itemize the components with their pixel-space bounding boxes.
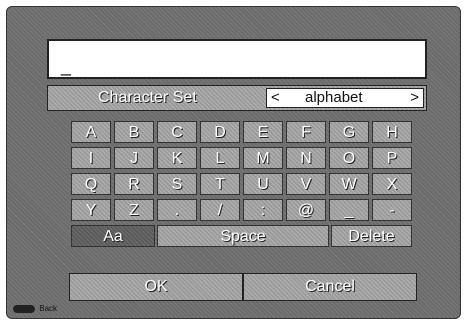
key-T[interactable]: T: [200, 173, 240, 195]
space-button[interactable]: Space: [157, 225, 329, 247]
key-U[interactable]: U: [243, 173, 283, 195]
key-M[interactable]: M: [243, 147, 283, 169]
ok-button[interactable]: OK: [70, 274, 242, 300]
key-at[interactable]: @: [286, 199, 326, 221]
key-I[interactable]: I: [71, 147, 111, 169]
character-set-selector[interactable]: < alphabet >: [266, 88, 424, 108]
key-S[interactable]: S: [157, 173, 197, 195]
key-W[interactable]: W: [329, 173, 369, 195]
character-set-row: Character Set < alphabet >: [47, 85, 427, 111]
key-colon[interactable]: :: [243, 199, 283, 221]
key-Z[interactable]: Z: [114, 199, 154, 221]
key-V[interactable]: V: [286, 173, 326, 195]
key-slash[interactable]: /: [200, 199, 240, 221]
character-set-value: alphabet: [305, 89, 363, 106]
text-cursor: _: [61, 56, 72, 76]
key-period[interactable]: .: [157, 199, 197, 221]
key-E[interactable]: E: [243, 121, 283, 143]
key-J[interactable]: J: [114, 147, 154, 169]
setup-button-icon: [13, 304, 35, 313]
key-X[interactable]: X: [372, 173, 412, 195]
key-A[interactable]: A: [71, 121, 111, 143]
key-Y[interactable]: Y: [71, 199, 111, 221]
key-K[interactable]: K: [157, 147, 197, 169]
key-O[interactable]: O: [329, 147, 369, 169]
character-keypad: A B C D E F G H I J K L M N O P Q R S T …: [69, 121, 417, 269]
chevron-right-icon[interactable]: >: [410, 89, 419, 107]
key-B[interactable]: B: [114, 121, 154, 143]
chevron-left-icon[interactable]: <: [271, 89, 280, 107]
key-F[interactable]: F: [286, 121, 326, 143]
key-hyphen[interactable]: -: [372, 199, 412, 221]
action-bar: OK Cancel: [69, 273, 417, 301]
keyboard-dialog: _ Character Set < alphabet > A B C D E F…: [6, 6, 461, 319]
back-hint-label: Back: [39, 303, 58, 313]
key-D[interactable]: D: [200, 121, 240, 143]
key-H[interactable]: H: [372, 121, 412, 143]
delete-button[interactable]: Delete: [331, 225, 412, 247]
key-C[interactable]: C: [157, 121, 197, 143]
key-P[interactable]: P: [372, 147, 412, 169]
key-G[interactable]: G: [329, 121, 369, 143]
key-L[interactable]: L: [200, 147, 240, 169]
key-N[interactable]: N: [286, 147, 326, 169]
character-set-label: Character Set: [98, 89, 197, 106]
back-hint: Back: [13, 304, 57, 314]
case-toggle-button[interactable]: Aa: [71, 225, 155, 247]
key-R[interactable]: R: [114, 173, 154, 195]
key-underscore[interactable]: _: [329, 199, 369, 221]
key-Q[interactable]: Q: [71, 173, 111, 195]
cancel-button[interactable]: Cancel: [244, 274, 416, 300]
text-entry-field[interactable]: _: [47, 39, 427, 79]
